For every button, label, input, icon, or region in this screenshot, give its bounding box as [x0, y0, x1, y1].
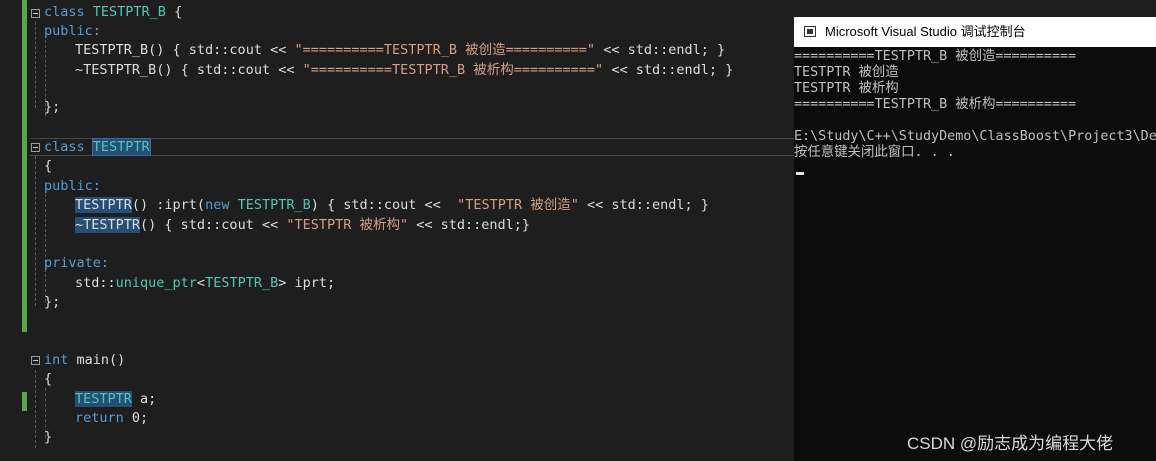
code-line: TESTPTR a; [75, 390, 156, 409]
code-text: () { std::cout << [148, 42, 295, 58]
code-line: }; [44, 98, 60, 117]
code-line: class TESTPTR_B { [44, 3, 182, 22]
code-text: a; [131, 391, 157, 407]
console-output-line: TESTPTR 被创造 [794, 65, 899, 80]
access-specifier: private: [44, 255, 110, 271]
type-name: unique_ptr [115, 275, 197, 291]
code-line: std::unique_ptr<TESTPTR_B> iprt; [75, 274, 335, 293]
console-output-line: 按任意键关闭此窗口. . . [794, 145, 955, 160]
string-literal: "TESTPTR 被创造" [457, 197, 579, 213]
code-text: 0; [123, 410, 149, 426]
code-line: private: [44, 254, 109, 273]
class-name: TESTPTR_B [92, 4, 166, 20]
function-name: main() [68, 352, 126, 368]
console-output-line: ==========TESTPTR_B 被析构========== [794, 97, 1077, 112]
code-line: { [44, 157, 52, 176]
string-literal: "==========TESTPTR_B 被创造==========" [294, 42, 596, 58]
console-output-line: TESTPTR 被析构 [794, 81, 899, 96]
type-name-highlighted: TESTPTR [75, 391, 132, 407]
code-line: ~TESTPTR_B() { std::cout << "==========T… [75, 61, 733, 80]
watermark: CSDN @励志成为编程大佬 [907, 434, 1114, 453]
code-text: () { std::cout << [140, 217, 287, 233]
code-line: return 0; [75, 409, 148, 428]
keyword: return [75, 410, 124, 426]
access-specifier: public: [44, 178, 101, 194]
code-text: }; [44, 294, 61, 310]
string-literal: "TESTPTR 被析构" [286, 217, 409, 233]
indent-guide [45, 194, 46, 302]
type-name: TESTPTR_B [205, 275, 279, 291]
console-output-line: ==========TESTPTR_B 被创造========== [794, 49, 1077, 64]
code-line: TESTPTR() :iprt(new TESTPTR_B) { std::co… [75, 196, 709, 215]
code-text: << std::endl;} [408, 217, 531, 233]
fold-toggle-icon[interactable] [31, 9, 40, 18]
code-line: class TESTPTR [44, 138, 151, 157]
code-text: () { std::cout << [156, 62, 303, 78]
keyword: class [44, 139, 85, 155]
code-text: << std::endl; } [595, 42, 726, 58]
constructor-name-highlighted: TESTPTR [75, 197, 132, 213]
debug-console-window[interactable]: Microsoft Visual Studio 调试控制台 ==========… [794, 17, 1156, 461]
keyword: int [44, 352, 69, 368]
code-line: }; [44, 293, 60, 312]
constructor-name: TESTPTR_B [75, 42, 149, 58]
string-literal: "==========TESTPTR_B 被析构==========" [302, 62, 604, 78]
indent-guide [35, 370, 36, 448]
code-line: ~TESTPTR() { std::cout << "TESTPTR 被析构" … [75, 216, 530, 235]
code-text: < [196, 275, 206, 291]
code-text: > iprt; [278, 275, 336, 291]
keyword: class [44, 4, 85, 20]
code-line: TESTPTR_B() { std::cout << "==========TE… [75, 41, 725, 60]
code-line: } [44, 428, 52, 447]
code-text: { [165, 4, 183, 20]
destructor-name-highlighted: ~TESTPTR [75, 217, 141, 233]
indent-guide [35, 156, 36, 306]
code-text: { [44, 371, 53, 387]
code-text: { [44, 158, 53, 174]
code-editor[interactable]: class TESTPTR_B { public: TESTPTR_B() { … [0, 0, 794, 461]
code-text: } [44, 429, 53, 445]
code-line: int main() [44, 351, 125, 370]
code-line: { [44, 370, 52, 389]
console-title: Microsoft Visual Studio 调试控制台 [825, 24, 1026, 39]
change-indicator-bar [22, 392, 27, 411]
class-name-highlighted: TESTPTR [91, 138, 151, 156]
code-text: ) { std::cout << [310, 197, 458, 213]
change-indicator-bar [22, 0, 27, 332]
code-line: public: [44, 22, 101, 41]
console-output-line: E:\Study\C++\StudyDemo\ClassBoost\Projec… [794, 129, 1156, 144]
access-specifier: public: [44, 23, 101, 39]
indent-guide [35, 22, 36, 108]
console-cursor [796, 172, 804, 175]
code-text: << std::endl; } [603, 62, 734, 78]
destructor-name: ~TESTPTR_B [75, 62, 157, 78]
console-title-bar[interactable]: Microsoft Visual Studio 调试控制台 [794, 17, 1156, 47]
code-text: std:: [75, 275, 116, 291]
code-text: << std::endl; } [578, 197, 709, 213]
code-text: }; [44, 99, 61, 115]
code-line: public: [44, 177, 101, 196]
code-text: () :iprt( [131, 197, 206, 213]
console-window-icon [804, 26, 816, 37]
fold-toggle-icon[interactable] [31, 356, 40, 365]
type-name: TESTPTR_B [237, 197, 311, 213]
keyword: new [205, 197, 230, 213]
